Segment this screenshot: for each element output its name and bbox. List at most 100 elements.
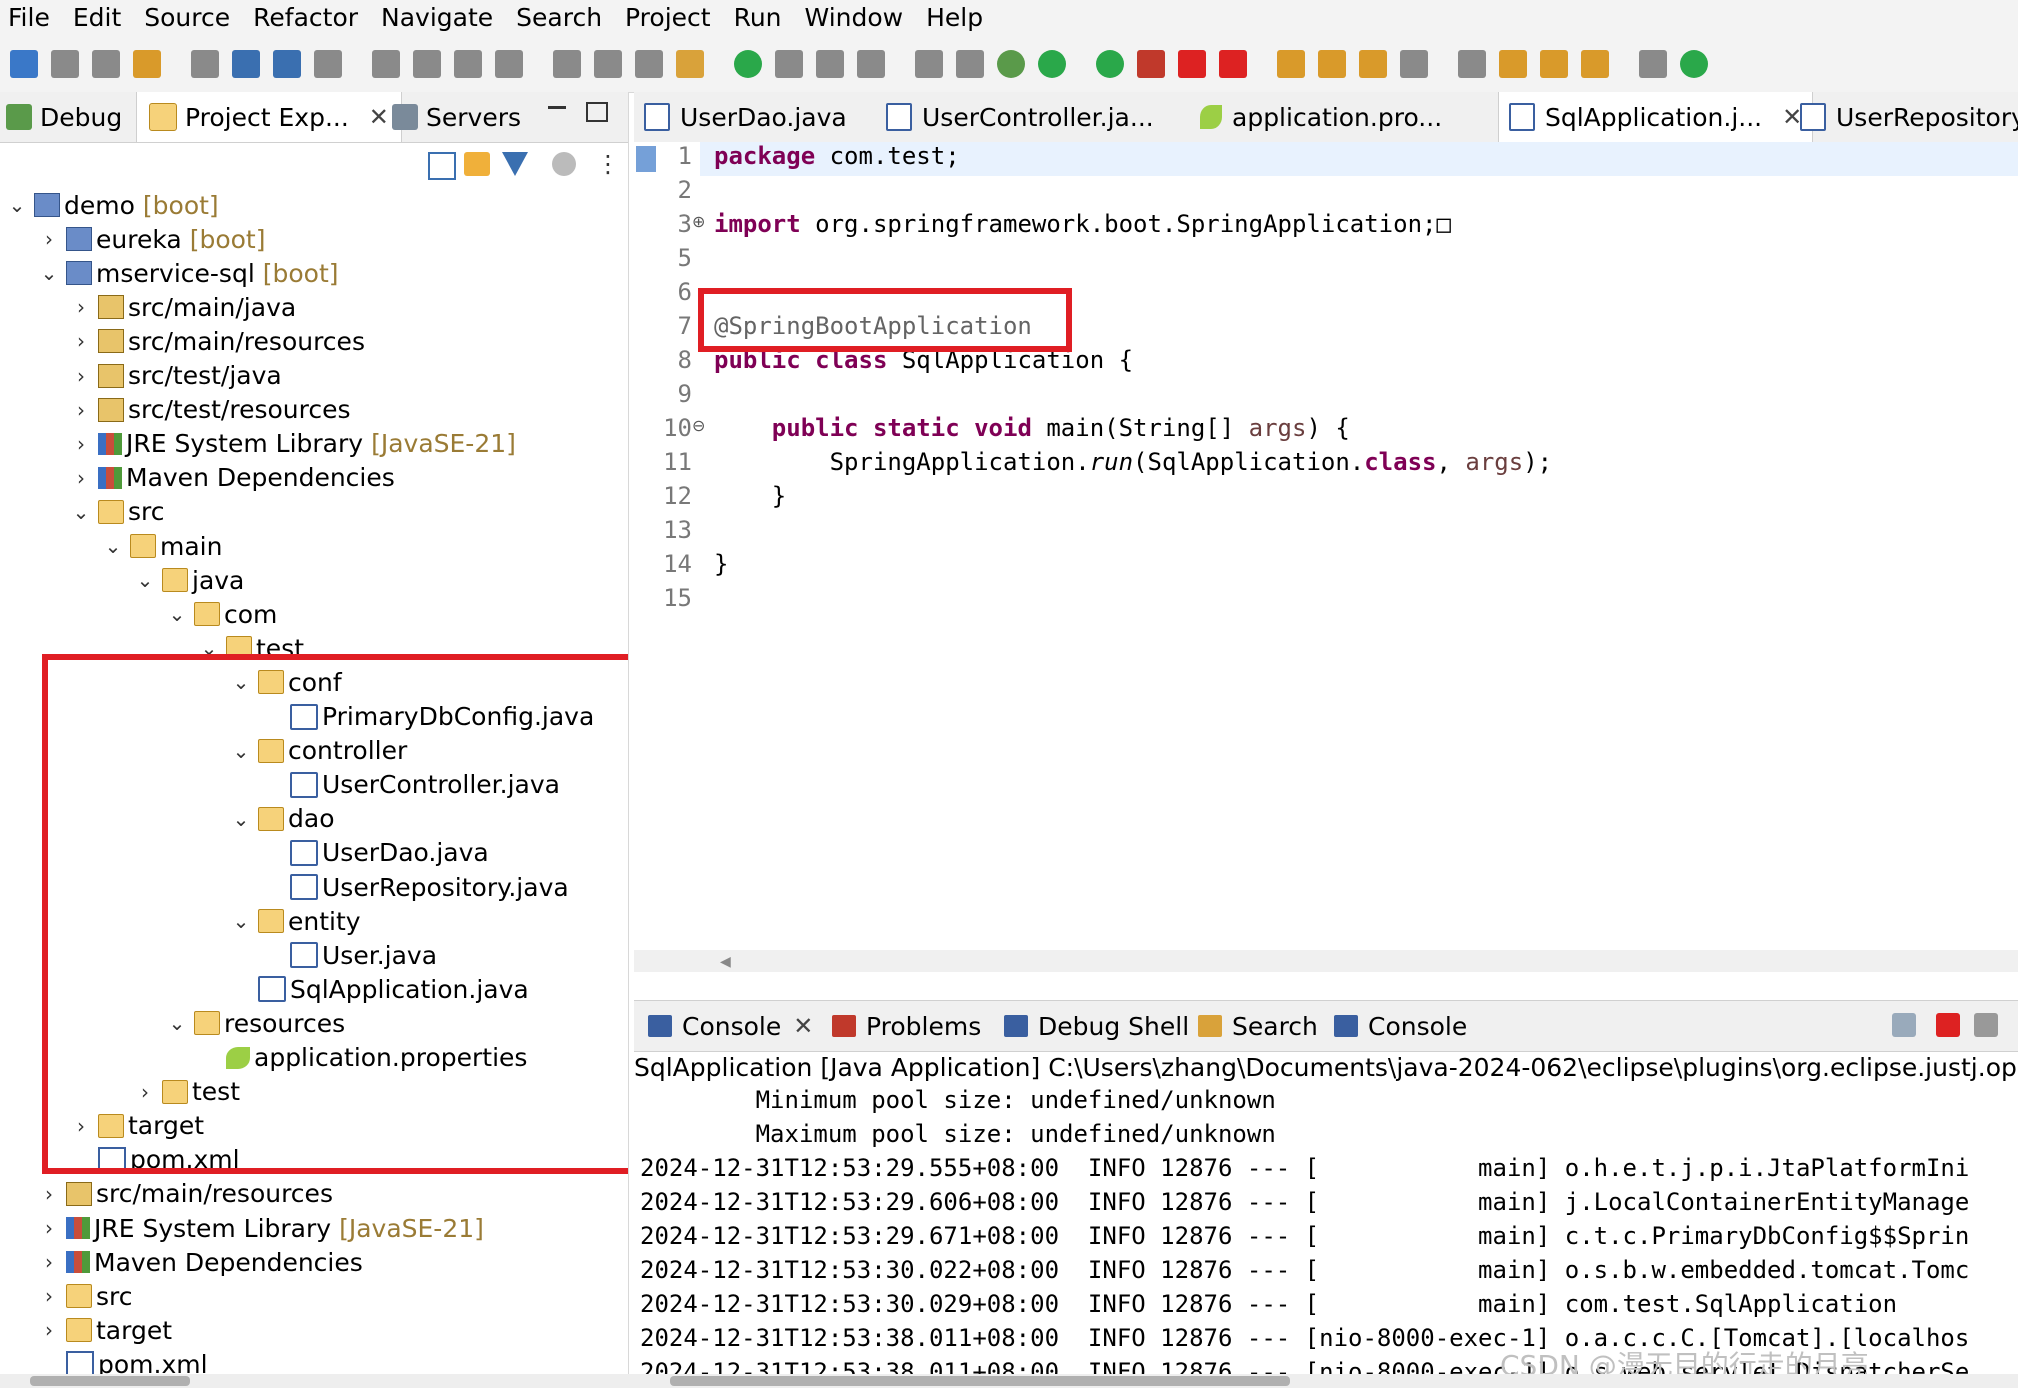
fold-collapse-icon[interactable]: ⊖: [692, 416, 705, 435]
open-type-icon[interactable]: [1318, 50, 1346, 78]
console-scroll-thumb[interactable]: [670, 1376, 1290, 1386]
menu-source[interactable]: Source: [136, 0, 245, 36]
chevron-right-icon[interactable]: ›: [38, 1250, 60, 1274]
search-icon[interactable]: [273, 50, 301, 78]
filter-icon[interactable]: [502, 152, 528, 176]
chevron-right-icon[interactable]: ›: [70, 398, 92, 422]
tab-console[interactable]: Console ✕: [648, 1001, 813, 1051]
chevron-right-icon[interactable]: ›: [70, 295, 92, 319]
chevron-down-icon[interactable]: ⌄: [166, 602, 188, 626]
menu-run[interactable]: Run: [726, 0, 797, 36]
pin-console-icon[interactable]: [1892, 1013, 1916, 1037]
fold-expand-icon[interactable]: ⊕: [692, 212, 705, 231]
close-icon[interactable]: ✕: [369, 103, 389, 131]
tree-item[interactable]: › src: [38, 1279, 133, 1313]
save-all-icon[interactable]: [92, 50, 120, 78]
tab-problems[interactable]: Problems: [832, 1001, 981, 1051]
editor-tab[interactable]: SqlApplication.j... ✕: [1498, 92, 1814, 142]
step-return-icon[interactable]: [594, 50, 622, 78]
terminate-icon[interactable]: [413, 50, 441, 78]
editor-horizontal-scrollbar[interactable]: ◀: [634, 950, 2018, 972]
drop-frame-icon[interactable]: [635, 50, 663, 78]
chevron-right-icon[interactable]: ›: [70, 329, 92, 353]
toggle-breadcrumb-icon[interactable]: [915, 50, 943, 78]
tab-debug[interactable]: Debug: [6, 92, 122, 142]
tree-item[interactable]: ⌄ src: [70, 495, 165, 529]
tree-item[interactable]: › JRE System Library [JavaSE-21]: [70, 427, 516, 461]
tree-item[interactable]: ⌄ demo [boot]: [6, 188, 219, 222]
chevron-down-icon[interactable]: ⌄: [70, 500, 92, 524]
chevron-down-icon[interactable]: ⌄: [102, 534, 124, 558]
resume-icon[interactable]: [314, 50, 342, 78]
menu-refactor[interactable]: Refactor: [245, 0, 373, 36]
show-whitespace-icon[interactable]: [956, 50, 984, 78]
chevron-right-icon[interactable]: ›: [70, 466, 92, 490]
tree-item[interactable]: › target: [38, 1313, 172, 1347]
chevron-down-icon[interactable]: ⌄: [134, 568, 156, 592]
debug-run-icon[interactable]: [997, 50, 1025, 78]
tree-item[interactable]: › src/test/java: [70, 359, 282, 393]
new-icon[interactable]: [10, 50, 38, 78]
stop-icon[interactable]: [1178, 50, 1206, 78]
tree-item[interactable]: ⌄ com: [166, 597, 278, 631]
code-editor[interactable]: 1 2 3 5 6 7 8 9 10 11 12 13 14 15 package com.test; im…: [634, 142, 2018, 972]
menu-file[interactable]: File: [0, 0, 65, 36]
close-icon[interactable]: ✕: [793, 1012, 813, 1040]
forward-icon[interactable]: [1540, 50, 1568, 78]
chevron-right-icon[interactable]: ›: [38, 1182, 60, 1206]
tab-servers[interactable]: Servers: [392, 92, 521, 142]
back-icon[interactable]: [1499, 50, 1527, 78]
editor-tab[interactable]: UserRepository.j: [1800, 92, 2018, 142]
minimize-icon[interactable]: [548, 106, 566, 109]
collapse-all-icon[interactable]: [428, 152, 456, 180]
tab-project-explorer[interactable]: Project Exp... ✕: [136, 92, 402, 142]
tab-console[interactable]: Console: [1334, 1001, 1467, 1051]
coverage-icon[interactable]: [1096, 50, 1124, 78]
chevron-right-icon[interactable]: ›: [38, 1216, 60, 1240]
tree-item[interactable]: › src/main/resources: [70, 324, 365, 358]
tree-item[interactable]: ⌄ mservice-sql [boot]: [38, 256, 339, 290]
step-into-icon[interactable]: [495, 50, 523, 78]
view-menu-icon[interactable]: [552, 152, 576, 176]
tree-item[interactable]: › Maven Dependencies: [38, 1245, 363, 1279]
link-with-editor-icon[interactable]: [464, 152, 490, 176]
editor-tab[interactable]: application.pro...: [1200, 92, 1442, 142]
terminal-icon[interactable]: [232, 50, 260, 78]
prev-annotation-icon[interactable]: [1458, 50, 1486, 78]
menu-edit[interactable]: Edit: [65, 0, 136, 36]
tree-item[interactable]: › JRE System Library [JavaSE-21]: [38, 1211, 484, 1245]
undo-icon[interactable]: [133, 50, 161, 78]
redo-icon[interactable]: [191, 50, 219, 78]
build-icon[interactable]: [857, 50, 885, 78]
tree-item[interactable]: › src/test/resources: [70, 393, 351, 427]
tab-debug-shell[interactable]: Debug Shell: [1004, 1001, 1189, 1051]
tree-item[interactable]: › eureka [boot]: [38, 222, 265, 256]
tree-item[interactable]: ⌄ java: [134, 563, 245, 597]
tree-item[interactable]: › src/main/java: [70, 290, 296, 324]
step-over-icon[interactable]: [553, 50, 581, 78]
left-scroll-thumb[interactable]: [30, 1376, 190, 1386]
chevron-right-icon[interactable]: ›: [70, 364, 92, 388]
chevron-right-icon[interactable]: ›: [38, 1318, 60, 1342]
tree-item[interactable]: › src/main/resources: [38, 1177, 333, 1211]
editor-tab[interactable]: UserController.ja...: [886, 92, 1154, 142]
terminate-icon[interactable]: [1936, 1013, 1960, 1037]
external-tools-icon[interactable]: [1137, 50, 1165, 78]
stop-all-icon[interactable]: [1219, 50, 1247, 78]
new-package-icon[interactable]: [1277, 50, 1305, 78]
last-edit-icon[interactable]: [1581, 50, 1609, 78]
tree-item[interactable]: › Maven Dependencies: [70, 461, 395, 495]
next-annotation-icon[interactable]: [1400, 50, 1428, 78]
more-options-icon[interactable]: ⋮: [596, 150, 620, 178]
format-icon[interactable]: [676, 50, 704, 78]
menu-help[interactable]: Help: [918, 0, 998, 36]
open-task-icon[interactable]: [1359, 50, 1387, 78]
save-icon[interactable]: [51, 50, 79, 78]
disconnect-icon[interactable]: [454, 50, 482, 78]
maximize-icon[interactable]: [586, 102, 608, 122]
annotation-icon[interactable]: [816, 50, 844, 78]
pin-icon[interactable]: [1639, 50, 1667, 78]
spring-boot-icon[interactable]: [775, 50, 803, 78]
bottom-scrollbar[interactable]: [0, 1374, 2018, 1388]
tab-search[interactable]: Search: [1198, 1001, 1318, 1051]
